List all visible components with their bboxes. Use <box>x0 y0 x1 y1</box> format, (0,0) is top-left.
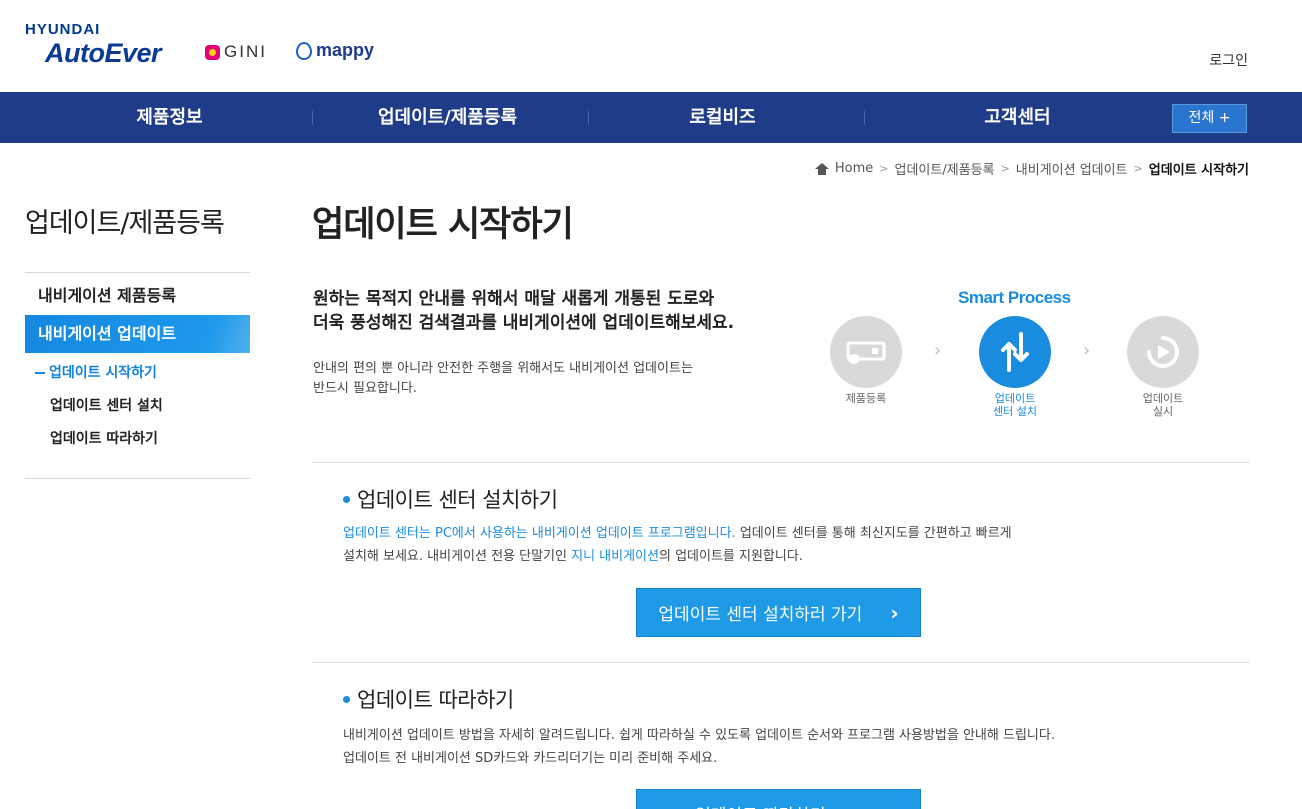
chevron-right-icon: › <box>890 600 899 625</box>
intro-headline: 원하는 목적지 안내를 위해서 매달 새롭게 개통된 도로와 더욱 풍성해진 검… <box>313 287 734 335</box>
section-divider <box>313 662 1250 663</box>
sidebar-title: 업데이트/제품등록 <box>25 200 250 273</box>
section-text-line: 설치해 보세요. 내비게이션 전용 단말기인 지니 내비게이션의 업데이트를 지… <box>343 545 1012 568</box>
plain-text: 설치해 보세요. 내비게이션 전용 단말기인 <box>343 549 572 564</box>
highlight-text: 지니 내비게이션 <box>571 549 659 564</box>
nav-separator <box>312 111 313 125</box>
nav-item-products[interactable]: 제품정보 <box>97 92 242 143</box>
update-arrows-icon <box>979 316 1051 388</box>
step-label-line: 실시 <box>1152 405 1174 418</box>
section-title-install-center: 업데이트 센터 설치하기 <box>343 484 558 514</box>
process-step-install-center: 업데이트 센터 설치 <box>970 316 1060 418</box>
nav-item-customer-center[interactable]: 고객센터 <box>945 92 1090 143</box>
section-text-line: 내비게이션 업데이트 방법을 자세히 알려드립니다. 쉽게 따라하실 수 있도록… <box>343 728 1055 743</box>
intro-headline-line: 더욱 풍성해진 검색결과를 내비게이션에 업데이트해보세요. <box>313 313 735 333</box>
mappy-logo-text: mappy <box>316 40 375 60</box>
section-text-line: 업데이트 전 내비게이션 SD카드와 카드리더기는 미리 준비해 주세요. <box>343 751 718 766</box>
play-circle-icon-svg <box>1147 336 1179 368</box>
intro-description: 안내의 편의 뿐 아니라 안전한 주행을 위해서도 내비게이션 업데이트는 반드… <box>313 359 693 399</box>
section-text-install-center: 업데이트 센터는 PC에서 사용하는 내비게이션 업데이트 프로그램입니다. 업… <box>343 522 1012 568</box>
breadcrumb-item[interactable]: 업데이트/제품등록 <box>895 159 995 178</box>
step-label-line: 업데이트 <box>1142 392 1184 405</box>
login-link[interactable]: 로그인 <box>1209 50 1248 70</box>
button-label: 업데이트 센터 설치하러 가기 <box>658 605 863 625</box>
process-step-label: 제품등록 <box>821 392 911 405</box>
sidebar-subitem-follow-along[interactable]: 업데이트 따라하기 <box>25 423 250 456</box>
intro-description-line: 반드시 필요합니다. <box>313 381 417 396</box>
breadcrumb-home[interactable]: Home <box>835 161 873 176</box>
hyundai-logo[interactable]: HYUNDAI <box>25 22 100 38</box>
current-marker-icon <box>35 372 45 374</box>
button-label: 업데이트 따라하기 <box>695 801 826 809</box>
section-title-follow-along: 업데이트 따라하기 <box>343 684 514 714</box>
breadcrumb-current: 업데이트 시작하기 <box>1148 163 1249 178</box>
process-step-run-update: 업데이트 실시 <box>1118 316 1208 418</box>
plain-text: 업데이트 센터를 통해 최신지도를 간편하고 빠르게 <box>735 526 1012 541</box>
section-title-text: 업데이트 따라하기 <box>357 688 514 712</box>
nav-separator <box>864 111 865 125</box>
step-label-line: 업데이트 <box>994 392 1036 405</box>
breadcrumb-separator: > <box>1133 162 1143 175</box>
install-center-button[interactable]: 업데이트 센터 설치하러 가기 › <box>636 588 921 637</box>
intro-description-line: 안내의 편의 뿐 아니라 안전한 주행을 위해서도 내비게이션 업데이트는 <box>313 361 693 376</box>
highlight-text: 업데이트 센터는 PC에서 사용하는 내비게이션 업데이트 프로그램입니다. <box>343 526 736 541</box>
sidebar-item-product-register[interactable]: 내비게이션 제품등록 <box>25 277 250 315</box>
device-register-icon-svg <box>846 341 886 364</box>
bullet-icon <box>343 495 350 503</box>
process-step-register: 제품등록 <box>821 316 911 405</box>
gini-logo-icon <box>205 44 220 60</box>
breadcrumb: Home > 업데이트/제품등록 > 내비게이션 업데이트 > 업데이트 시작하… <box>814 159 1249 178</box>
section-divider <box>313 462 1250 463</box>
device-register-icon <box>830 316 902 388</box>
autoever-logo[interactable]: AutoEver <box>45 38 162 68</box>
nav-item-update-register[interactable]: 업데이트/제품등록 <box>350 92 545 143</box>
sidebar-subitem-start-update[interactable]: 업데이트 시작하기 <box>25 357 250 390</box>
page-title: 업데이트 시작하기 <box>312 205 574 245</box>
plain-text: 의 업데이트를 지원합니다. <box>658 549 803 564</box>
section-title-text: 업데이트 센터 설치하기 <box>357 488 558 512</box>
sidebar: 업데이트/제품등록 내비게이션 제품등록 내비게이션 업데이트 업데이트 시작하… <box>25 200 250 479</box>
step-label-line: 제품등록 <box>845 392 887 405</box>
gini-logo-text: GINI <box>224 42 267 61</box>
update-arrows-icon-svg <box>1001 332 1029 372</box>
mappy-logo[interactable]: mappy <box>296 40 374 61</box>
gini-logo[interactable]: GINI <box>205 42 267 62</box>
sidebar-item-navigation-update[interactable]: 내비게이션 업데이트 <box>25 315 250 353</box>
process-step-label: 업데이트 실시 <box>1118 392 1208 418</box>
main-nav: 제품정보 업데이트/제품등록 로컬비즈 고객센터 전체 + <box>0 92 1302 143</box>
process-step-label: 업데이트 센터 설치 <box>970 392 1060 418</box>
nav-all-menu-button[interactable]: 전체 + <box>1172 104 1247 133</box>
mappy-logo-icon <box>296 41 312 60</box>
follow-along-button[interactable]: 업데이트 따라하기 › <box>636 789 921 809</box>
site-header: HYUNDAI AutoEver GINI mappy 로그인 <box>0 0 1302 92</box>
section-text-line: 업데이트 센터는 PC에서 사용하는 내비게이션 업데이트 프로그램입니다. 업… <box>343 522 1012 545</box>
chevron-right-icon: › <box>934 340 942 361</box>
home-icon <box>814 162 829 175</box>
sidebar-subitem-install-center[interactable]: 업데이트 센터 설치 <box>25 390 250 423</box>
bullet-icon <box>343 695 350 703</box>
chevron-right-icon: › <box>1083 340 1091 361</box>
breadcrumb-separator: > <box>1000 162 1010 175</box>
nav-separator <box>588 111 589 125</box>
smart-process-title: Smart Process <box>958 288 1071 307</box>
chevron-right-icon: › <box>854 802 862 809</box>
breadcrumb-separator: > <box>879 162 889 175</box>
breadcrumb-item[interactable]: 내비게이션 업데이트 <box>1016 159 1128 178</box>
sidebar-bottom-divider <box>25 456 250 479</box>
intro-headline-line: 원하는 목적지 안내를 위해서 매달 새롭게 개통된 도로와 <box>313 289 715 309</box>
play-circle-icon <box>1127 316 1199 388</box>
section-text-follow-along: 내비게이션 업데이트 방법을 자세히 알려드립니다. 쉽게 따라하실 수 있도록… <box>343 724 1055 770</box>
step-label-line: 센터 설치 <box>993 405 1037 418</box>
nav-item-localbiz[interactable]: 로컬비즈 <box>650 92 795 143</box>
sidebar-subitem-label: 업데이트 시작하기 <box>49 365 157 381</box>
